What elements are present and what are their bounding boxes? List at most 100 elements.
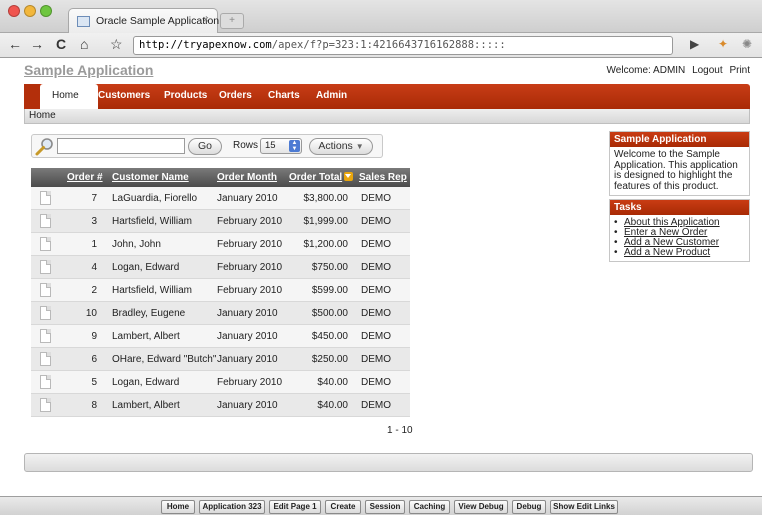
reload-icon[interactable]: C (56, 36, 66, 52)
print-link[interactable]: Print (729, 65, 750, 76)
table-row: 8 Lambert, Albert January 2010 $40.00 DEMO (31, 394, 410, 417)
tab-home[interactable]: Home (40, 84, 98, 109)
back-icon[interactable]: ← (8, 36, 22, 52)
wrench-icon[interactable]: ✦ (718, 37, 728, 51)
welcome-text: Welcome: ADMIN (606, 65, 686, 76)
dev-button-session[interactable]: Session (365, 500, 405, 514)
edit-document-icon[interactable] (40, 329, 51, 343)
logout-link[interactable]: Logout (692, 65, 723, 76)
tab-products[interactable]: Products (164, 90, 207, 101)
cell-month: February 2010 (217, 285, 283, 296)
cell-customer: Lambert, Albert (112, 400, 180, 411)
search-icon[interactable] (34, 136, 56, 158)
cell-total: $599.00 (311, 285, 348, 296)
search-input[interactable] (57, 138, 185, 154)
cell-month: January 2010 (217, 193, 278, 204)
cell-month: January 2010 (217, 400, 278, 411)
rows-select[interactable]: 15 ▲ ▼ (260, 138, 302, 154)
dev-button-caching[interactable]: Caching (409, 500, 450, 514)
cell-total: $450.00 (311, 331, 348, 342)
info-region-title: Sample Application (610, 132, 749, 147)
home-icon[interactable]: ⌂ (80, 36, 88, 52)
edit-document-icon[interactable] (40, 214, 51, 228)
actions-label: Actions (318, 140, 353, 152)
chevron-down-icon: ▼ (355, 142, 364, 151)
cell-order: 3 (91, 216, 97, 227)
dev-button-show-edit-links[interactable]: Show Edit Links (550, 500, 618, 514)
tab-orders[interactable]: Orders (219, 90, 252, 101)
dev-button-create[interactable]: Create (325, 500, 361, 514)
cell-total: $40.00 (317, 377, 348, 388)
edit-document-icon[interactable] (40, 398, 51, 412)
cell-order: 5 (91, 377, 97, 388)
cell-total: $3,800.00 (303, 193, 349, 204)
app-title[interactable]: Sample Application (24, 62, 153, 78)
dev-button-view-debug[interactable]: View Debug (454, 500, 508, 514)
cell-total: $750.00 (311, 262, 348, 273)
minimize-window-button[interactable] (24, 5, 36, 17)
breadcrumb-bar: Home (24, 109, 750, 124)
column-header-customer[interactable]: Customer Name (112, 172, 189, 183)
table-row: 1 John, John February 2010 $1,200.00 DEMO (31, 233, 410, 256)
cell-rep: DEMO (361, 216, 391, 227)
table-row: 4 Logan, Edward February 2010 $750.00 DEMO (31, 256, 410, 279)
cell-customer: Bradley, Eugene (112, 308, 186, 319)
page-icon (77, 16, 90, 27)
bookmark-star-icon[interactable]: ☆ (110, 36, 123, 53)
tab-admin[interactable]: Admin (316, 90, 347, 101)
dev-button-application[interactable]: Application 323 (199, 500, 265, 514)
cell-month: February 2010 (217, 377, 283, 388)
info-region: Sample Application Welcome to the Sample… (609, 131, 750, 196)
cell-order: 4 (91, 262, 97, 273)
cell-rep: DEMO (361, 193, 391, 204)
settings-gear-icon[interactable]: ✺ (742, 37, 752, 51)
edit-document-icon[interactable] (40, 352, 51, 366)
page-action-icon[interactable]: ▶ (690, 37, 699, 51)
table-row: 10 Bradley, Eugene January 2010 $500.00 DEMO (31, 302, 410, 325)
edit-document-icon[interactable] (40, 283, 51, 297)
column-header-rep[interactable]: Sales Rep (359, 172, 407, 183)
cell-rep: DEMO (361, 331, 391, 342)
task-link-new-product[interactable]: Add a New Product (614, 248, 745, 259)
browser-tab[interactable]: Oracle Sample Application × (68, 8, 219, 33)
dev-button-home[interactable]: Home (161, 500, 195, 514)
edit-document-icon[interactable] (40, 375, 51, 389)
edit-document-icon[interactable] (40, 260, 51, 274)
tab-charts[interactable]: Charts (268, 90, 300, 101)
orders-report: Order # Customer Name Order Month Order … (31, 168, 410, 417)
cell-rep: DEMO (361, 400, 391, 411)
actions-button[interactable]: Actions ▼ (309, 138, 373, 155)
tab-close-icon[interactable]: × (203, 14, 209, 26)
tab-bar-edge (24, 84, 40, 109)
report-header-row: Order # Customer Name Order Month Order … (31, 168, 410, 187)
new-tab-button[interactable]: + (220, 13, 244, 29)
address-bar[interactable]: http://tryapexnow.com/apex/f?p=323:1:421… (133, 36, 673, 55)
close-window-button[interactable] (8, 5, 20, 17)
tab-customers[interactable]: Customers (98, 90, 150, 101)
footer-region (24, 453, 753, 472)
breadcrumb[interactable]: Home (29, 110, 56, 121)
cell-order: 1 (91, 239, 97, 250)
column-header-month[interactable]: Order Month (217, 172, 277, 183)
dev-button-debug[interactable]: Debug (512, 500, 546, 514)
zoom-window-button[interactable] (40, 5, 52, 17)
column-header-order[interactable]: Order # (67, 172, 103, 183)
table-row: 2 Hartsfield, William February 2010 $599.00… (31, 279, 410, 302)
header-links: Welcome: ADMIN Logout Print (603, 65, 750, 76)
column-header-total[interactable]: Order Total (289, 172, 354, 183)
dev-button-edit-page[interactable]: Edit Page 1 (269, 500, 321, 514)
sort-descending-icon (344, 172, 354, 181)
edit-document-icon[interactable] (40, 191, 51, 205)
cell-month: February 2010 (217, 239, 283, 250)
cell-customer: Logan, Edward (112, 377, 180, 388)
cell-order: 9 (91, 331, 97, 342)
cell-customer: John, John (112, 239, 161, 250)
cell-month: January 2010 (217, 308, 278, 319)
cell-month: January 2010 (217, 331, 278, 342)
edit-document-icon[interactable] (40, 306, 51, 320)
edit-document-icon[interactable] (40, 237, 51, 251)
forward-icon[interactable]: → (30, 36, 44, 52)
go-button[interactable]: Go (188, 138, 222, 155)
table-row: 7 LaGuardia, Fiorello January 2010 $3,800.0… (31, 187, 410, 210)
cell-rep: DEMO (361, 308, 391, 319)
